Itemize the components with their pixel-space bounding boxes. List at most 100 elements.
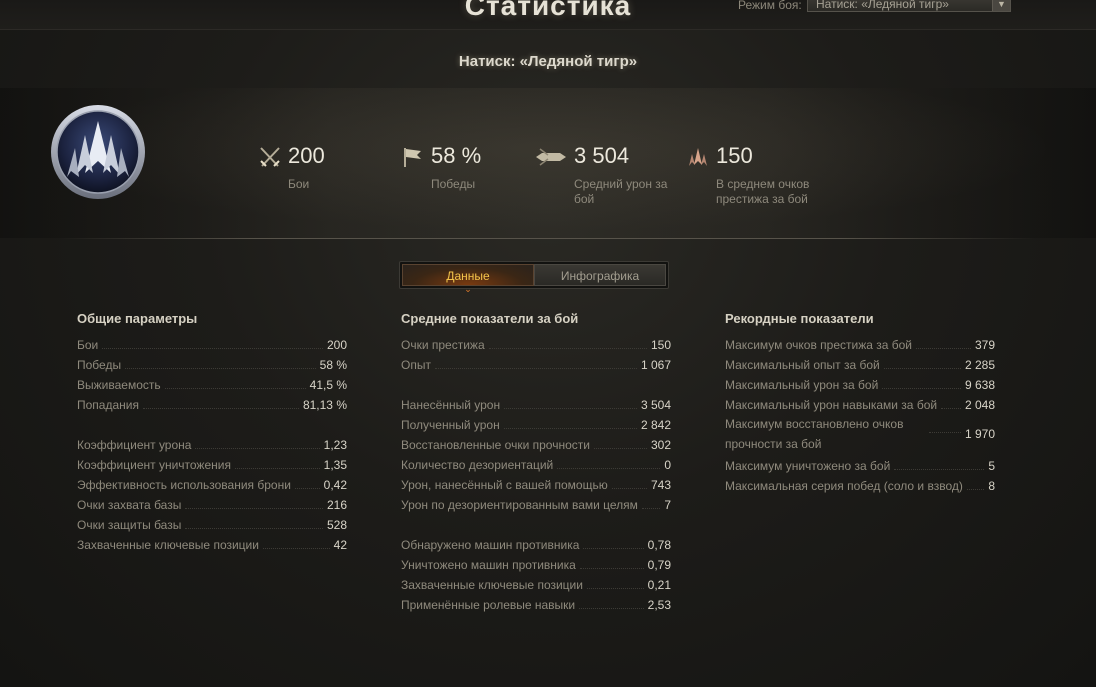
dotted-leader bbox=[583, 548, 644, 549]
stat-row: Количество дезориентаций 0 bbox=[401, 452, 671, 472]
stat-label: Опыт bbox=[401, 358, 431, 372]
dotted-leader bbox=[185, 528, 323, 529]
stat-value: 1 067 bbox=[640, 358, 671, 372]
dotted-leader bbox=[966, 489, 985, 490]
tab-data[interactable]: Данные ⌄ bbox=[402, 264, 534, 294]
dotted-leader bbox=[611, 488, 647, 489]
stat-value: 379 bbox=[974, 338, 995, 352]
row-spacer bbox=[77, 412, 347, 432]
stat-value: 41,5 % bbox=[309, 378, 347, 392]
summary-value: 150 bbox=[716, 143, 753, 168]
stat-label: Бои bbox=[77, 338, 99, 352]
stat-row: Очки престижа 150 bbox=[401, 332, 671, 352]
dotted-leader bbox=[102, 348, 323, 349]
stat-row: Бои 200 bbox=[77, 332, 347, 352]
view-tabs: Данные ⌄ Инфографика bbox=[399, 261, 669, 294]
battle-mode-label: Режим боя: bbox=[738, 0, 802, 12]
stat-label: Очки захвата базы bbox=[77, 498, 182, 512]
section-title: Общие параметры bbox=[77, 311, 198, 326]
dotted-leader bbox=[488, 348, 647, 349]
stat-value: 0,21 bbox=[647, 578, 671, 592]
dotted-leader bbox=[916, 348, 971, 349]
row-spacer bbox=[401, 512, 671, 532]
stat-row: Максимум восстановлено очков прочности з… bbox=[725, 412, 995, 453]
dotted-leader bbox=[234, 468, 320, 469]
stat-value: 2 048 bbox=[964, 398, 995, 412]
stat-row: Максимальная серия побед (соло и взвод) 8 bbox=[725, 473, 995, 493]
stat-row: Применённые ролевые навыки 2,53 bbox=[401, 592, 671, 612]
stat-label: Захваченные ключевые позиции bbox=[401, 578, 583, 592]
stat-value: 7 bbox=[664, 498, 671, 512]
summary-label: Победы bbox=[431, 177, 476, 191]
dotted-leader bbox=[503, 428, 637, 429]
stat-value: 150 bbox=[650, 338, 671, 352]
stat-row: Очки захвата базы 216 bbox=[77, 492, 347, 512]
stat-row: Восстановленные очки прочности 302 bbox=[401, 432, 671, 452]
stat-value: 5 bbox=[988, 459, 995, 473]
stat-row: Обнаружено машин противника 0,78 bbox=[401, 532, 671, 552]
dotted-leader bbox=[434, 368, 637, 369]
stat-row: Выживаемость 41,5 % bbox=[77, 372, 347, 392]
summary-value: 58 % bbox=[431, 143, 482, 168]
stat-value: 1,35 bbox=[323, 458, 347, 472]
summary-value: 3 504 bbox=[574, 143, 630, 168]
section-title: Рекордные показатели bbox=[725, 311, 874, 326]
stat-row: Нанесённый урон 3 504 bbox=[401, 392, 671, 412]
stat-value: 2 285 bbox=[964, 358, 995, 372]
dotted-leader bbox=[142, 408, 299, 409]
dotted-leader bbox=[504, 408, 637, 409]
stat-value: 42 bbox=[333, 538, 347, 552]
stat-label: Полученный урон bbox=[401, 418, 500, 432]
stat-row: Опыт 1 067 bbox=[401, 352, 671, 372]
mode-emblem-icon bbox=[51, 105, 145, 199]
stat-label: Выживаемость bbox=[77, 378, 161, 392]
stat-row: Захваченные ключевые позиции 0,21 bbox=[401, 572, 671, 592]
stat-row: Коэффициент урона 1,23 bbox=[77, 432, 347, 452]
tab-infographics[interactable]: Инфографика bbox=[534, 264, 666, 286]
stat-label: Эффективность использования брони bbox=[77, 478, 291, 492]
stat-label: Максимальный урон за бой bbox=[725, 378, 879, 392]
dotted-leader bbox=[195, 448, 320, 449]
prestige-icon bbox=[689, 148, 707, 166]
stat-row: Максимум очков престижа за бой 379 bbox=[725, 332, 995, 352]
dotted-leader bbox=[294, 488, 320, 489]
stat-row: Очки защиты базы 528 bbox=[77, 512, 347, 532]
shell-icon bbox=[536, 148, 566, 166]
stat-value: 1 970 bbox=[964, 427, 995, 441]
stat-row: Коэффициент уничтожения 1,35 bbox=[77, 452, 347, 472]
stat-label: Очки защиты базы bbox=[77, 518, 182, 532]
tab-label: Данные bbox=[446, 269, 490, 283]
summary-value: 200 bbox=[288, 143, 325, 168]
tab-label: Инфографика bbox=[560, 269, 640, 283]
summary-label: В среднем очков престижа за бой bbox=[716, 177, 810, 206]
stat-value: 0,79 bbox=[647, 558, 671, 572]
stat-label: Уничтожено машин противника bbox=[401, 558, 576, 572]
dotted-leader bbox=[557, 468, 661, 469]
stats-column-records: Рекордные показатели Максимум очков прест… bbox=[725, 310, 995, 493]
stat-value: 9 638 bbox=[964, 378, 995, 392]
summary-label: Бои bbox=[288, 177, 310, 191]
stat-value: 58 % bbox=[319, 358, 347, 372]
stat-row: Максимальный урон за бой 9 638 bbox=[725, 372, 995, 392]
stat-label: Количество дезориентаций bbox=[401, 458, 554, 472]
stats-column-average: Средние показатели за бой Очки престижа 15… bbox=[401, 310, 671, 612]
dotted-leader bbox=[185, 508, 323, 509]
battle-mode-select[interactable]: Натиск: «Ледяной тигр» ▼ bbox=[807, 0, 1011, 12]
stat-row: Урон по дезориентированным вами целям 7 bbox=[401, 492, 671, 512]
stat-value: 200 bbox=[326, 338, 347, 352]
stat-row: Полученный урон 2 842 bbox=[401, 412, 671, 432]
battle-mode-value: Натиск: «Ледяной тигр» bbox=[816, 0, 949, 11]
stat-label: Урон, нанесённый с вашей помощью bbox=[401, 478, 608, 492]
dotted-leader bbox=[641, 508, 661, 509]
chevron-down-icon: ⌄ bbox=[464, 284, 472, 294]
dotted-leader bbox=[883, 368, 961, 369]
dotted-leader bbox=[941, 408, 961, 409]
crossed-swords-icon bbox=[260, 147, 280, 167]
stat-label: Применённые ролевые навыки bbox=[401, 598, 576, 612]
stat-label: Максимальный урон навыками за бой bbox=[725, 398, 938, 412]
stat-value: 1,23 bbox=[323, 438, 347, 452]
stat-label: Максимум восстановлено очков прочности з… bbox=[725, 417, 904, 451]
stat-value: 528 bbox=[326, 518, 347, 532]
divider bbox=[60, 238, 1036, 239]
stat-label: Максимальный опыт за бой bbox=[725, 358, 880, 372]
